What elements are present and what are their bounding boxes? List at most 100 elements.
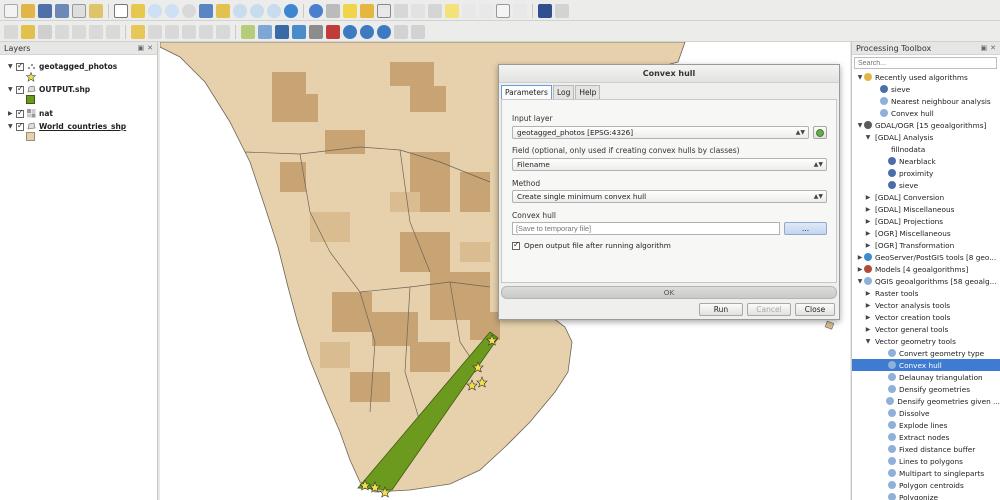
print-composer-icon[interactable] [72, 3, 86, 18]
help-icon[interactable] [538, 3, 552, 18]
new-project-icon[interactable] [4, 3, 18, 18]
close-button[interactable]: Close [795, 303, 835, 316]
statistics-icon[interactable] [428, 3, 442, 18]
toolbox-item[interactable]: Densify geometries [852, 383, 1000, 395]
toolbox-item[interactable]: Multipart to singleparts [852, 467, 1000, 479]
toolbox-item[interactable]: fillnodata [852, 143, 1000, 155]
toolbox-item[interactable]: Nearest neighbour analysis [852, 95, 1000, 107]
deselect-icon[interactable] [360, 3, 374, 18]
layer-item-geotagged-photos[interactable]: ▼ geotagged_photos [0, 61, 157, 72]
zoom-in-icon[interactable] [148, 3, 162, 18]
toolbox-item[interactable]: ▼ Vector geometry tools [852, 335, 1000, 347]
identify-icon[interactable] [309, 3, 323, 18]
layer-visibility-checkbox[interactable] [16, 108, 24, 118]
zoom-out-icon[interactable] [165, 3, 179, 18]
save-as-icon[interactable] [55, 3, 69, 18]
output-path-input[interactable] [512, 222, 780, 235]
toggle-editing-icon[interactable] [21, 24, 35, 39]
collapse-arrow-icon[interactable]: ▼ [8, 63, 16, 70]
toolbox-item[interactable]: Convert geometry type [852, 347, 1000, 359]
collapse-arrow-icon[interactable]: ▼ [856, 278, 864, 285]
toolbox-item[interactable]: Nearblack [852, 155, 1000, 167]
collapse-arrow-icon[interactable]: ▼ [864, 134, 872, 141]
add-mssql-layer-icon[interactable] [309, 24, 323, 39]
layer-item-nat[interactable]: ▶ nat [0, 108, 157, 119]
expand-arrow-icon[interactable]: ▶ [864, 218, 872, 225]
toolbox-item[interactable]: sieve [852, 179, 1000, 191]
browse-button[interactable]: ... [784, 222, 827, 235]
tab-parameters[interactable]: Parameters [501, 85, 552, 99]
pan-icon[interactable] [114, 3, 128, 18]
toolbox-item[interactable]: Convex hull [852, 107, 1000, 119]
zoom-last-icon[interactable] [250, 3, 264, 18]
expand-arrow-icon[interactable]: ▶ [864, 230, 872, 237]
toolbox-item[interactable]: Explode lines [852, 419, 1000, 431]
toolbox-item[interactable]: ▶ [OGR] Transformation [852, 239, 1000, 251]
toolbox-item[interactable]: Dissolve [852, 407, 1000, 419]
run-feature-action-icon[interactable] [326, 3, 340, 18]
zoom-to-selection-icon[interactable] [216, 3, 230, 18]
toolbox-item[interactable]: ▶ [GDAL] Projections [852, 215, 1000, 227]
toolbox-item[interactable]: ▶ [OGR] Miscellaneous [852, 227, 1000, 239]
expand-arrow-icon[interactable]: ▶ [864, 206, 872, 213]
expand-arrow-icon[interactable]: ▶ [864, 242, 872, 249]
map-tips-icon[interactable] [445, 3, 459, 18]
toolbox-item[interactable]: Polygon centroids [852, 479, 1000, 491]
add-oracle-layer-icon[interactable] [326, 24, 340, 39]
toolbox-item[interactable]: Extract nodes [852, 431, 1000, 443]
toolbox-item[interactable]: Fixed distance buffer [852, 443, 1000, 455]
expand-arrow-icon[interactable]: ▶ [864, 194, 872, 201]
change-label-icon[interactable] [216, 24, 230, 39]
layer-visibility-checkbox[interactable] [16, 121, 24, 131]
field-select[interactable]: Filename ▲▼ [512, 158, 827, 171]
expand-arrow-icon[interactable]: ▶ [864, 326, 872, 333]
layer-visibility-checkbox[interactable] [16, 61, 24, 71]
toolbox-item[interactable]: ▶ GeoServer/PostGIS tools [8 geo... [852, 251, 1000, 263]
add-postgis-layer-icon[interactable] [275, 24, 289, 39]
measure-line-icon[interactable] [411, 3, 425, 18]
tab-log[interactable]: Log [552, 85, 575, 99]
tab-help[interactable]: Help [575, 85, 601, 99]
add-vector-layer-icon[interactable] [241, 24, 255, 39]
float-panel-icon[interactable]: ▣ [981, 44, 988, 52]
field-calculator-icon[interactable] [394, 3, 408, 18]
add-wms-layer-icon[interactable] [343, 24, 357, 39]
open-project-icon[interactable] [21, 3, 35, 18]
toolbox-item[interactable]: Lines to polygons [852, 455, 1000, 467]
toolbox-item[interactable]: ▶ Vector analysis tools [852, 299, 1000, 311]
show-labels-icon[interactable] [165, 24, 179, 39]
show-bookmarks-icon[interactable] [479, 3, 493, 18]
expand-arrow-icon[interactable]: ▶ [864, 314, 872, 321]
save-edits-icon[interactable] [38, 24, 52, 39]
pan-to-selection-icon[interactable] [131, 3, 145, 18]
text-annotation-icon[interactable] [496, 3, 510, 18]
toolbox-item[interactable]: sieve [852, 83, 1000, 95]
method-select[interactable]: Create single minimum convex hull ▲▼ [512, 190, 827, 203]
collapse-arrow-icon[interactable]: ▼ [8, 123, 16, 130]
annotation-tools-icon[interactable] [513, 3, 527, 18]
current-edits-icon[interactable] [4, 24, 18, 39]
open-output-checkbox[interactable]: ✓ [512, 240, 520, 250]
new-shapefile-icon[interactable] [411, 24, 425, 39]
expand-arrow-icon[interactable]: ▶ [864, 290, 872, 297]
toolbox-item[interactable]: Convex hull [852, 359, 1000, 371]
expand-arrow-icon[interactable]: ▶ [8, 110, 16, 117]
whats-this-icon[interactable] [555, 3, 569, 18]
expand-arrow-icon[interactable]: ▶ [856, 266, 864, 273]
toolbox-item[interactable]: ▼ GDAL/OGR [15 geoalgorithms] [852, 119, 1000, 131]
add-wcs-layer-icon[interactable] [360, 24, 374, 39]
toolbox-item[interactable]: ▶ Raster tools [852, 287, 1000, 299]
open-output-option[interactable]: ✓ Open output file after running algorit… [512, 240, 671, 250]
rotate-label-icon[interactable] [199, 24, 213, 39]
toolbox-item[interactable]: Delaunay triangulation [852, 371, 1000, 383]
close-panel-icon[interactable]: ✕ [147, 44, 153, 52]
pin-labels-icon[interactable] [148, 24, 162, 39]
add-spatialite-layer-icon[interactable] [292, 24, 306, 39]
collapse-arrow-icon[interactable]: ▼ [856, 74, 864, 81]
collapse-arrow-icon[interactable]: ▼ [856, 122, 864, 129]
toolbox-item[interactable]: Densify geometries given ... [852, 395, 1000, 407]
expand-arrow-icon[interactable]: ▶ [856, 254, 864, 261]
input-layer-select[interactable]: geotagged_photos [EPSG:4326] ▲▼ [512, 126, 809, 139]
toolbox-item[interactable]: ▼ Recently used algorithms [852, 71, 1000, 83]
toolbox-item[interactable]: ▶ Vector creation tools [852, 311, 1000, 323]
